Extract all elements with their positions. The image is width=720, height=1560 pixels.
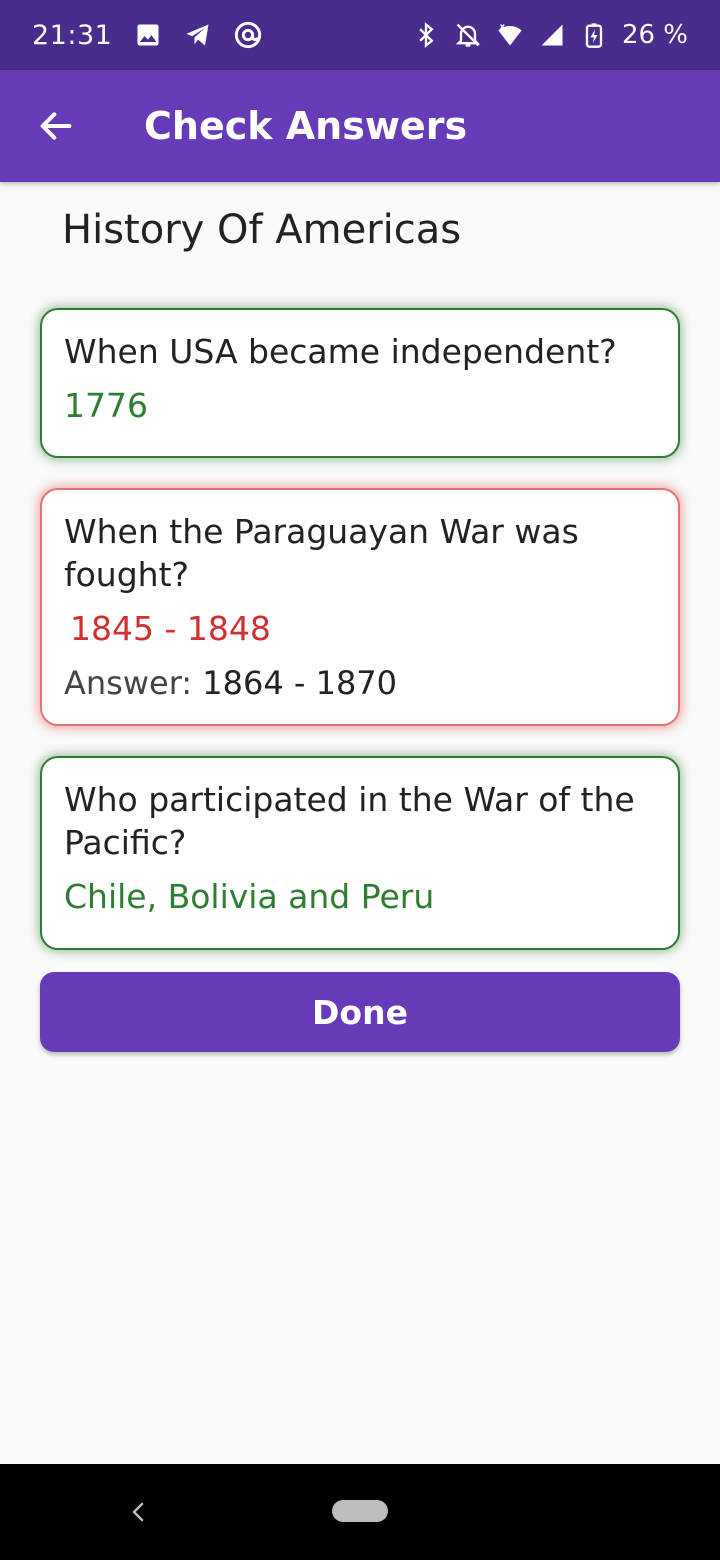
back-button[interactable]	[16, 86, 96, 166]
notifications-off-icon	[454, 21, 482, 49]
nav-home-pill[interactable]	[332, 1500, 388, 1522]
question-text: When USA became independent?	[64, 332, 617, 371]
answer-label: Answer:	[64, 664, 193, 702]
status-bar: 21:31 26 %	[0, 0, 720, 70]
user-answer: Chile, Bolivia and Peru	[64, 877, 435, 916]
arrow-left-icon	[40, 112, 72, 140]
user-answer: 1776	[64, 386, 148, 425]
bluetooth-icon	[412, 21, 440, 49]
telegram-icon	[184, 21, 212, 49]
question-text: When the Paraguayan War was fought?	[64, 512, 579, 594]
answer-card: When USA became independent? 1776	[40, 308, 680, 458]
nav-back-button[interactable]	[124, 1496, 154, 1528]
chevron-left-icon	[132, 1502, 144, 1522]
wifi-icon	[496, 21, 524, 49]
page-title: Check Answers	[144, 104, 468, 148]
status-time: 21:31	[32, 19, 113, 51]
answers-content: History Of Americas When USA became inde…	[40, 182, 680, 1052]
battery-percentage: 26 %	[621, 20, 688, 50]
battery-charging-icon	[580, 21, 608, 49]
answer-card: Who participated in the War of the Pacif…	[40, 756, 680, 950]
question-text: Who participated in the War of the Pacif…	[64, 780, 635, 862]
at-sign-icon	[234, 21, 262, 49]
quiz-title: History Of Americas	[62, 207, 462, 253]
system-nav-bar	[0, 1464, 720, 1560]
done-button[interactable]: Done	[40, 972, 680, 1052]
signal-icon	[538, 21, 566, 49]
user-answer: 1845 - 1848	[70, 609, 271, 648]
app-bar: Check Answers	[0, 70, 720, 182]
image-icon	[134, 21, 162, 49]
correct-answer: 1864 - 1870	[202, 664, 398, 702]
answer-card: When the Paraguayan War was fought? 1845…	[40, 488, 680, 726]
correct-answer-line: Answer: 1864 - 1870	[64, 658, 656, 708]
